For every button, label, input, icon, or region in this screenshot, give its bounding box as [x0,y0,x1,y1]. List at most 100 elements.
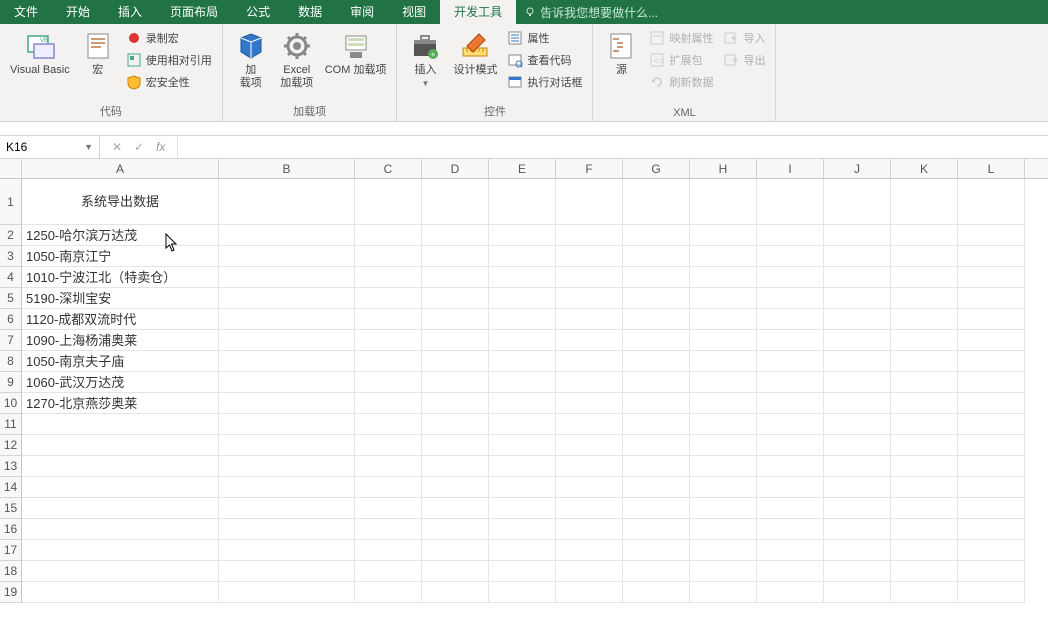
cell[interactable] [958,267,1025,288]
cell[interactable] [489,456,556,477]
cell[interactable] [219,519,355,540]
cell[interactable]: 1060-武汉万达茂 [22,372,219,393]
spreadsheet-grid[interactable]: ABCDEFGHIJKL 123456789101112131415161718… [0,159,1048,642]
cell[interactable] [891,414,958,435]
cell[interactable] [219,330,355,351]
tab-formulas[interactable]: 公式 [232,0,284,24]
cell[interactable] [958,309,1025,330]
cell[interactable] [958,540,1025,561]
cell[interactable] [489,330,556,351]
cell[interactable] [623,498,690,519]
cell[interactable] [623,414,690,435]
cell[interactable] [422,267,489,288]
cell[interactable] [824,372,891,393]
cell[interactable] [556,267,623,288]
cell[interactable] [489,477,556,498]
cell[interactable] [958,561,1025,582]
cell[interactable]: 1270-北京燕莎奥莱 [22,393,219,414]
cell[interactable] [219,435,355,456]
cell[interactable]: 系统导出数据 [22,179,219,225]
cell[interactable] [690,309,757,330]
cell[interactable] [690,179,757,225]
cell[interactable] [355,519,422,540]
column-header[interactable]: I [757,159,824,178]
cell[interactable] [219,309,355,330]
fx-label[interactable]: fx [150,140,171,154]
cell[interactable] [219,351,355,372]
cell[interactable] [623,393,690,414]
row-header[interactable]: 4 [0,267,21,288]
cell[interactable] [824,225,891,246]
cell[interactable] [958,225,1025,246]
cell[interactable] [556,435,623,456]
cell[interactable] [958,393,1025,414]
cell[interactable] [219,477,355,498]
cell[interactable] [422,414,489,435]
cells-area[interactable]: 系统导出数据1250-哈尔滨万达茂1050-南京江宁1010-宁波江北（特卖仓）… [22,179,1048,603]
cell[interactable] [757,372,824,393]
cell[interactable] [489,288,556,309]
cell[interactable] [489,414,556,435]
cell[interactable] [355,372,422,393]
cell[interactable]: 1120-成都双流时代 [22,309,219,330]
cell[interactable] [422,561,489,582]
cell[interactable] [489,309,556,330]
cell[interactable] [757,435,824,456]
cell[interactable] [556,540,623,561]
cell[interactable] [355,540,422,561]
cell[interactable] [824,179,891,225]
name-box[interactable]: K16 ▼ [0,136,100,159]
cell[interactable] [355,246,422,267]
cell[interactable] [958,435,1025,456]
cell[interactable] [824,246,891,267]
cell[interactable] [690,330,757,351]
cell[interactable] [355,309,422,330]
cell[interactable] [556,225,623,246]
cell[interactable] [22,561,219,582]
row-header[interactable]: 3 [0,246,21,267]
cell[interactable] [22,456,219,477]
cell[interactable] [757,351,824,372]
cell[interactable] [422,309,489,330]
tab-developer[interactable]: 开发工具 [440,0,516,24]
cell[interactable] [958,498,1025,519]
cell[interactable] [757,225,824,246]
cell[interactable] [690,246,757,267]
properties-button[interactable]: 属性 [503,28,586,48]
cell[interactable] [958,414,1025,435]
accept-formula-button[interactable]: ✓ [128,136,150,158]
select-all-corner[interactable] [0,159,22,179]
com-addins-button[interactable]: COM 加载项 [321,28,391,79]
cell[interactable] [489,582,556,603]
cell[interactable] [690,225,757,246]
cell[interactable] [355,435,422,456]
cell[interactable] [824,393,891,414]
cell[interactable] [489,519,556,540]
cell[interactable] [891,351,958,372]
row-header[interactable]: 13 [0,456,21,477]
map-props-button[interactable]: 映射属性 [645,28,717,48]
cell[interactable] [690,456,757,477]
cell[interactable] [690,267,757,288]
design-mode-button[interactable]: 设计模式 [449,28,501,79]
column-header[interactable]: B [219,159,355,178]
row-header[interactable]: 15 [0,498,21,519]
cell[interactable] [22,582,219,603]
cell[interactable] [219,498,355,519]
column-header[interactable]: C [355,159,422,178]
cell[interactable] [355,498,422,519]
cell[interactable] [757,519,824,540]
cell[interactable] [355,179,422,225]
cell[interactable] [623,561,690,582]
cell[interactable] [690,393,757,414]
cell[interactable] [623,477,690,498]
column-header[interactable]: K [891,159,958,178]
cell[interactable] [422,477,489,498]
use-relative-button[interactable]: 使用相对引用 [122,50,216,70]
macro-security-button[interactable]: 宏安全性 [122,72,216,92]
cell[interactable] [219,561,355,582]
cell[interactable] [556,179,623,225]
cell[interactable] [958,351,1025,372]
tab-view[interactable]: 视图 [388,0,440,24]
cell[interactable] [690,561,757,582]
